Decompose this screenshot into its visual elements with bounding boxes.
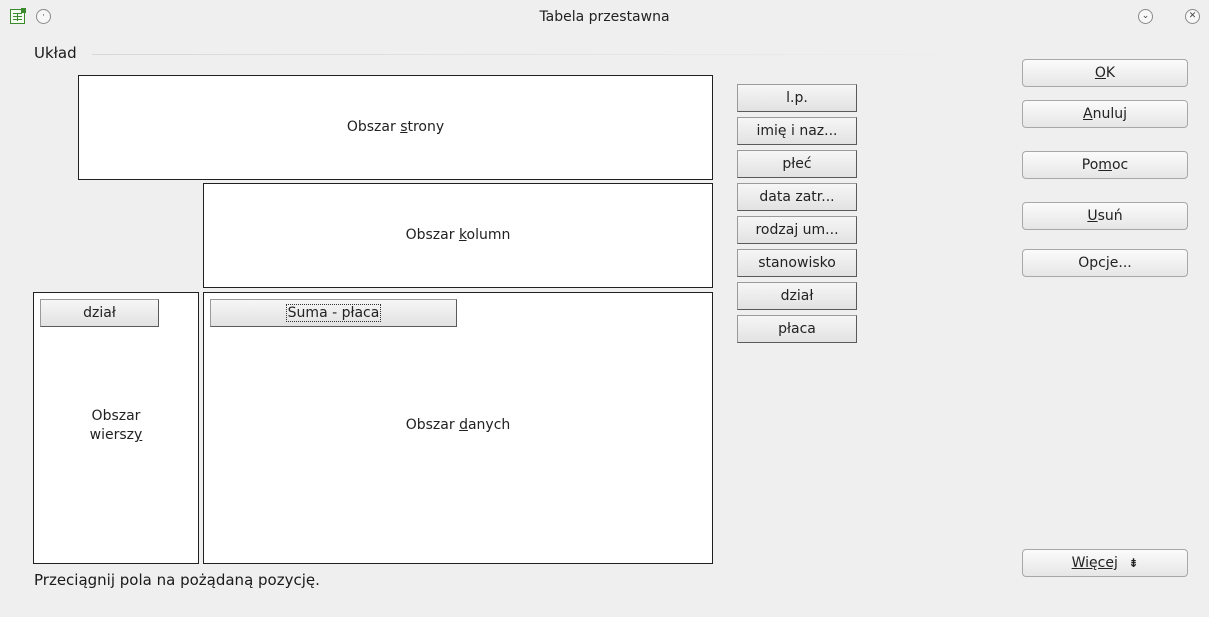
help-button[interactable]: Pomoc (1022, 151, 1188, 179)
more-button[interactable]: Więcej ⇟ (1022, 549, 1188, 577)
page-area-label: Obszar strony (346, 119, 445, 135)
close-icon: ✕ (1188, 11, 1197, 21)
field-dzial[interactable]: dział (737, 282, 857, 310)
page-area[interactable]: Obszar strony (78, 75, 713, 180)
window-title: Tabela przestawna (539, 9, 670, 25)
column-area[interactable]: Obszar kolumn (203, 183, 713, 288)
data-field-suma-placa[interactable]: Suma - płaca (210, 299, 457, 327)
field-placa[interactable]: płaca (737, 315, 857, 343)
row-area-label: Obszar wierszy (89, 408, 143, 443)
field-rodzaj-umowy[interactable]: rodzaj um... (737, 216, 857, 244)
options-button[interactable]: Opcje... (1022, 249, 1188, 277)
row-area[interactable]: dział Obszar wierszy (33, 292, 199, 564)
cancel-button[interactable]: Anuluj (1022, 100, 1188, 128)
data-area-label: Obszar danych (405, 417, 511, 433)
close-button[interactable]: ✕ (1185, 9, 1200, 24)
row-field-dzial[interactable]: dział (40, 299, 159, 327)
data-area[interactable]: Suma - płaca Obszar danych (203, 292, 713, 564)
field-lp[interactable]: l.p. (737, 84, 857, 112)
field-imie-nazwisko[interactable]: imię i naz... (737, 117, 857, 145)
column-area-label: Obszar kolumn (405, 227, 511, 243)
layout-group-divider (92, 54, 1002, 55)
field-stanowisko[interactable]: stanowisko (737, 249, 857, 277)
minimize-button[interactable]: ⌄ (1138, 9, 1153, 24)
field-plec[interactable]: płeć (737, 150, 857, 178)
double-chevron-down-icon: ⇟ (1128, 556, 1139, 570)
ok-button[interactable]: OK (1022, 59, 1188, 87)
chevron-down-icon: ⌄ (1141, 11, 1150, 21)
field-data-zatrudnienia[interactable]: data zatr... (737, 183, 857, 211)
title-bar: · Tabela przestawna ⌄ ✕ (0, 0, 1209, 36)
status-hint: Przeciągnij pola na pożądaną pozycję. (34, 571, 320, 589)
layout-group-label: Układ (34, 44, 77, 62)
remove-button[interactable]: Usuń (1022, 202, 1188, 230)
